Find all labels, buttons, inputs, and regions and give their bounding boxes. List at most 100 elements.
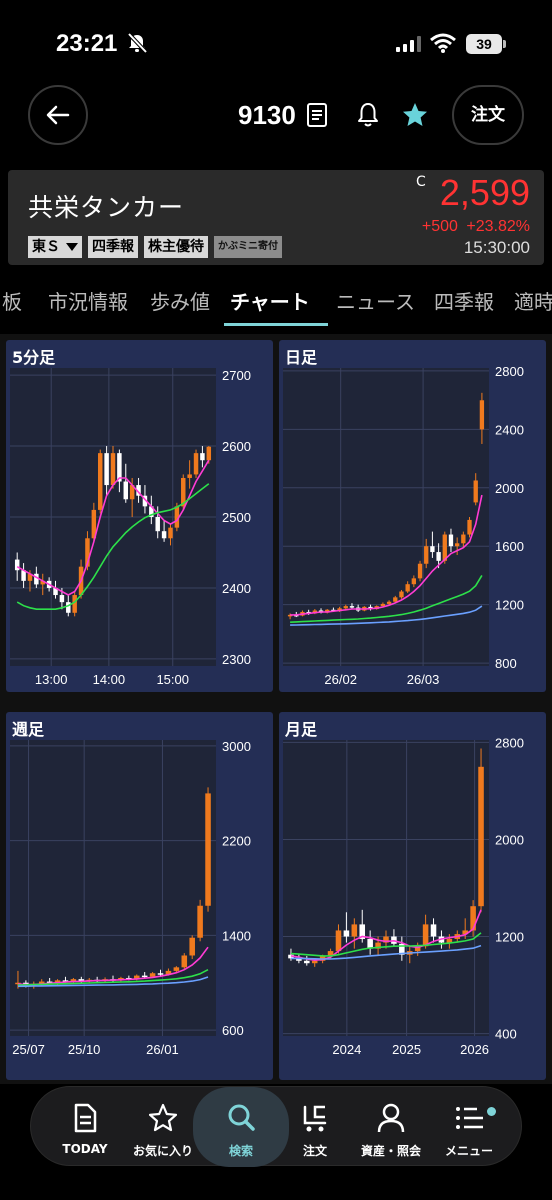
x-tick-label: 2025: [392, 1042, 421, 1057]
tab-disclosure[interactable]: 適時: [514, 286, 552, 315]
chart-panel-monthly[interactable]: 月足 2800 2000 1200 400 2024 2025 2026: [279, 712, 546, 1080]
candle-body: [205, 793, 211, 906]
y-tick-label: 2700: [222, 368, 251, 383]
candle-body: [479, 400, 485, 430]
tag-yutai[interactable]: 株主優待: [144, 236, 208, 258]
market-select[interactable]: 東Ｓ: [28, 236, 82, 258]
candle-body: [430, 546, 435, 553]
candle-body: [430, 924, 437, 937]
chart-svg: 2700 2600 2500 2400 2300 13:00 14:00 15:00: [10, 368, 251, 687]
candle-body: [422, 924, 429, 947]
chart-svg: 3000 2200 1400 600 25/07 25/10 26/01: [10, 739, 251, 1057]
current-price: 2,599: [439, 172, 530, 213]
change-value: +500: [421, 218, 458, 235]
candle-body: [173, 967, 180, 971]
candle-body: [59, 595, 65, 603]
nav-label: 注文: [302, 1144, 327, 1158]
x-tick-label: 13:00: [35, 672, 68, 687]
x-tick-label: 26/03: [407, 672, 440, 687]
y-tick-label: 2300: [222, 652, 251, 667]
nav-order[interactable]: 注文: [275, 1087, 355, 1167]
candle-body: [349, 606, 355, 608]
tab-board[interactable]: 板: [2, 286, 22, 315]
tab-indicator: [224, 323, 328, 326]
document-icon: [74, 1103, 97, 1133]
tag-kabumini[interactable]: かぶミニ寄付: [214, 236, 282, 258]
y-tick-label: 2200: [222, 834, 251, 849]
chart-panel-5min[interactable]: 5分足 2700 2600 2500 2400 2300 13:00 14:00 15:00: [6, 340, 273, 692]
battery-nub: [503, 40, 506, 48]
candle-body: [161, 531, 167, 539]
candle-body: [157, 973, 164, 975]
candle-body: [311, 960, 318, 964]
tab-shikiho[interactable]: 四季報: [434, 286, 494, 315]
search-icon: [228, 1104, 255, 1131]
nav-today[interactable]: TODAY: [45, 1087, 125, 1167]
order-button[interactable]: 注文: [452, 85, 524, 145]
x-tick-label: 26/01: [146, 1042, 179, 1057]
tab-bar: 板 市況情報 歩み値 チャート ニュース 四季報 適時: [0, 276, 552, 326]
candle-body: [335, 930, 342, 952]
x-tick-label: 2026: [460, 1042, 489, 1057]
cart-icon: [303, 1105, 327, 1132]
stock-card: 共栄タンカー 東Ｓ 四季報 株主優待 かぶミニ寄付 C 2,599 +500 +…: [8, 170, 544, 265]
candle-body: [399, 591, 404, 598]
candle-body: [104, 453, 109, 486]
tab-ticks[interactable]: 歩み値: [150, 286, 210, 315]
plot-area: [283, 740, 489, 1036]
nav-assets[interactable]: 資産・照会: [351, 1087, 431, 1167]
arrow-left-icon: [46, 105, 70, 125]
star-icon[interactable]: [402, 102, 428, 128]
y-tick-label: 2800: [495, 735, 524, 750]
bottom-nav: TODAY お気に入り 検索 注文 資産・照会 メニュー: [30, 1086, 522, 1167]
y-tick-label: 800: [495, 656, 517, 671]
chart-svg: 2800 2000 1200 400 2024 2025 2026: [283, 735, 524, 1057]
stock-code: 9130: [238, 100, 296, 130]
nav-menu[interactable]: メニュー: [429, 1087, 509, 1167]
nav-favorites[interactable]: お気に入り: [123, 1087, 203, 1167]
candle-body: [351, 924, 358, 937]
candle-body: [304, 960, 310, 964]
status-time: 23:21: [56, 30, 118, 57]
star-outline-icon: [149, 1103, 177, 1132]
candle-body: [168, 527, 173, 539]
candle-body: [411, 578, 417, 585]
y-tick-label: 2800: [495, 364, 524, 379]
price-flag: C: [416, 174, 426, 190]
x-tick-label: 26/02: [324, 672, 357, 687]
candle-body: [446, 938, 453, 943]
candle-body: [467, 519, 472, 535]
bell-icon[interactable]: [356, 101, 380, 129]
candle-body: [200, 453, 205, 461]
candle-body: [155, 517, 160, 532]
candle-body: [417, 563, 423, 579]
tab-news[interactable]: ニュース: [336, 286, 415, 315]
nav-label: メニュー: [444, 1144, 493, 1158]
candle-body: [436, 552, 441, 561]
y-tick-label: 1200: [495, 930, 524, 945]
candle-body: [14, 559, 20, 571]
y-tick-label: 400: [495, 1027, 517, 1042]
candle-body: [454, 543, 460, 547]
market-label: 東Ｓ: [32, 239, 60, 255]
chart-svg: 2800 2400 2000 1600 1200 800 26/02 26/03: [283, 364, 524, 687]
stock-name: 共栄タンカー: [28, 193, 185, 222]
nav-label: TODAY: [62, 1142, 108, 1156]
y-tick-label: 1200: [495, 598, 524, 613]
stock-tags: 東Ｓ 四季報 株主優待 かぶミニ寄付: [28, 236, 282, 258]
document-icon[interactable]: [306, 102, 328, 128]
tab-chart[interactable]: チャート: [230, 286, 310, 315]
chart-panel-daily[interactable]: 日足 2800 2400 2000 1600 1200 800 26/02 26/03: [279, 340, 546, 692]
candle-body: [461, 534, 466, 544]
nav-label: 資産・照会: [360, 1144, 421, 1158]
candle-body: [473, 480, 478, 503]
y-tick-label: 1400: [222, 928, 251, 943]
candle-body: [424, 546, 429, 564]
tab-market-info[interactable]: 市況情報: [48, 286, 128, 315]
chart-panel-weekly[interactable]: 週足 3000 2200 1400 600 25/07 25/10 26/01: [6, 712, 273, 1080]
back-button[interactable]: [28, 85, 88, 145]
price-time: 15:30:00: [463, 238, 530, 257]
tag-shikiho[interactable]: 四季報: [88, 236, 138, 258]
candle-body: [141, 975, 148, 978]
candle-body: [123, 481, 129, 500]
